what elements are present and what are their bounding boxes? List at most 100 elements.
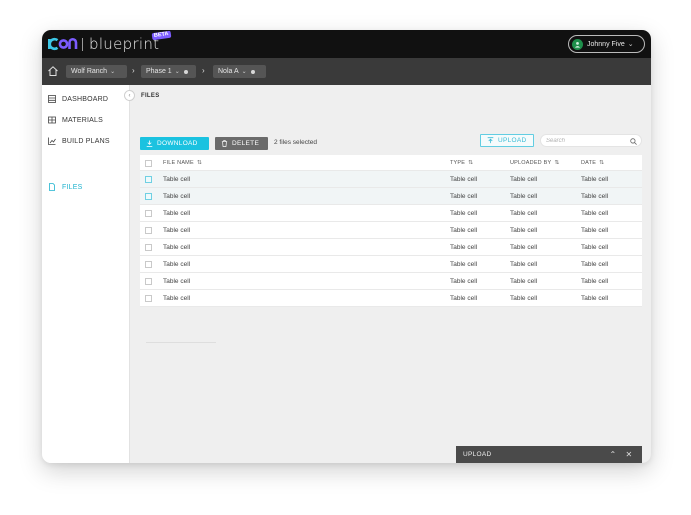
cell-file-name: Table cell	[163, 260, 191, 268]
cell-type: Table cell	[450, 192, 478, 200]
sidebar: DASHBOARD MATERIALS BUILD PLANS FILES	[42, 85, 130, 463]
sort-icon: ⇅	[468, 160, 474, 166]
column-header-uploaded-by[interactable]: UPLOADED BY ⇅	[510, 155, 560, 170]
column-header-label: DATE	[581, 159, 597, 166]
cell-date: Table cell	[581, 277, 609, 285]
chevron-up-icon[interactable]: ⌃	[608, 449, 618, 459]
cell-uploaded-by: Table cell	[510, 175, 538, 183]
row-checkbox[interactable]	[145, 227, 152, 234]
files-table: FILE NAME ⇅ TYPE ⇅ UPLOADED BY ⇅ DATE ⇅	[140, 155, 642, 307]
table-row[interactable]: Table cell Table cell Table cell Table c…	[140, 239, 642, 256]
cell-type: Table cell	[450, 226, 478, 234]
cell-date: Table cell	[581, 226, 609, 234]
breadcrumb-phase-select[interactable]: Phase 1 ⌄	[141, 65, 196, 78]
column-header-type[interactable]: TYPE ⇅	[450, 155, 473, 170]
top-bar: blueprint BETA Johnny Five ⌄	[42, 30, 651, 58]
cell-file-name: Table cell	[163, 192, 191, 200]
cell-uploaded-by: Table cell	[510, 260, 538, 268]
table-row[interactable]: Table cell Table cell Table cell Table c…	[140, 256, 642, 273]
download-icon	[146, 140, 153, 147]
table-row[interactable]: Table cell Table cell Table cell Table c…	[140, 222, 642, 239]
user-name: Johnny Five	[587, 40, 625, 48]
sort-icon: ⇅	[599, 160, 605, 166]
cell-file-name: Table cell	[163, 243, 191, 251]
product-name: blueprint	[89, 35, 160, 53]
sidebar-item-label: DASHBOARD	[62, 95, 109, 103]
row-checkbox[interactable]	[145, 244, 152, 251]
cell-date: Table cell	[581, 175, 609, 183]
cell-uploaded-by: Table cell	[510, 226, 538, 234]
sidebar-item-dashboard[interactable]: DASHBOARD	[42, 89, 130, 109]
table-row[interactable]: Table cell Table cell Table cell Table c…	[140, 273, 642, 290]
row-checkbox[interactable]	[145, 278, 152, 285]
row-checkbox[interactable]	[145, 295, 152, 302]
chevron-down-icon: ⌄	[174, 69, 180, 75]
table-header-row: FILE NAME ⇅ TYPE ⇅ UPLOADED BY ⇅ DATE ⇅	[140, 155, 642, 171]
row-checkbox[interactable]	[145, 210, 152, 217]
cell-file-name: Table cell	[163, 294, 191, 302]
column-header-label: TYPE	[450, 159, 466, 166]
download-button[interactable]: DOWNLOAD	[140, 137, 209, 150]
sidebar-item-label: FILES	[62, 183, 83, 191]
column-header-date[interactable]: DATE ⇅	[581, 155, 604, 170]
cell-uploaded-by: Table cell	[510, 209, 538, 217]
cell-file-name: Table cell	[163, 175, 191, 183]
sidebar-item-label: MATERIALS	[62, 116, 103, 124]
materials-icon	[48, 116, 56, 124]
sidebar-item-materials[interactable]: MATERIALS	[42, 110, 130, 130]
breadcrumb-plan-select[interactable]: Nola A ⌄	[213, 65, 266, 78]
cell-date: Table cell	[581, 209, 609, 217]
row-checkbox[interactable]	[145, 193, 152, 200]
cell-uploaded-by: Table cell	[510, 294, 538, 302]
breadcrumb-label: Wolf Ranch	[71, 68, 108, 75]
cell-date: Table cell	[581, 260, 609, 268]
logo-divider	[82, 37, 83, 51]
build-plans-icon	[48, 137, 56, 145]
app-logo[interactable]: blueprint	[48, 35, 159, 53]
cell-uploaded-by: Table cell	[510, 192, 538, 200]
table-row[interactable]: Table cell Table cell Table cell Table c…	[140, 205, 642, 222]
table-row[interactable]: Table cell Table cell Table cell Table c…	[140, 290, 642, 307]
select-all-checkbox[interactable]	[145, 160, 152, 167]
breadcrumb-label: Phase 1	[146, 68, 172, 75]
table-row[interactable]: Table cell Table cell Table cell Table c…	[140, 188, 642, 205]
sort-icon: ⇅	[196, 160, 203, 166]
beta-badge: BETA	[151, 30, 171, 41]
cell-date: Table cell	[581, 294, 609, 302]
icon-brand-logo	[48, 37, 78, 51]
sidebar-item-files[interactable]: FILES	[42, 177, 130, 197]
column-header-file-name[interactable]: FILE NAME ⇅	[163, 155, 202, 170]
page-title: FILES	[141, 93, 160, 99]
chevron-down-icon: ⌄	[627, 41, 634, 48]
home-icon[interactable]	[47, 65, 59, 77]
cell-file-name: Table cell	[163, 277, 191, 285]
close-icon[interactable]: ✕	[624, 449, 634, 459]
cell-type: Table cell	[450, 209, 478, 217]
row-checkbox[interactable]	[145, 176, 152, 183]
divider	[146, 342, 216, 343]
chevron-down-icon: ⌄	[241, 69, 247, 75]
row-checkbox[interactable]	[145, 261, 152, 268]
upload-panel[interactable]: UPLOAD ⌃ ✕	[456, 446, 642, 463]
cell-uploaded-by: Table cell	[510, 277, 538, 285]
column-header-label: FILE NAME	[163, 159, 194, 166]
app-window: blueprint BETA Johnny Five ⌄ Wolf Ranch …	[42, 30, 651, 463]
table-row[interactable]: Table cell Table cell Table cell Table c…	[140, 171, 642, 188]
breadcrumb-community-select[interactable]: Wolf Ranch ⌄	[66, 65, 127, 78]
status-dot	[183, 69, 188, 74]
cell-date: Table cell	[581, 192, 609, 200]
search-input[interactable]	[546, 137, 626, 144]
search-field[interactable]	[540, 134, 642, 147]
upload-icon	[487, 137, 494, 144]
delete-button[interactable]: DELETE	[215, 137, 268, 150]
chevron-right-icon: ›	[202, 66, 205, 75]
cell-type: Table cell	[450, 243, 478, 251]
collapse-sidebar-button[interactable]: ‹	[124, 90, 135, 101]
breadcrumb: Wolf Ranch ⌄ › Phase 1 ⌄ › Nola A ⌄	[42, 58, 651, 85]
upload-button[interactable]: UPLOAD	[480, 134, 534, 147]
cell-date: Table cell	[581, 243, 609, 251]
sidebar-item-build-plans[interactable]: BUILD PLANS	[42, 131, 130, 151]
cell-type: Table cell	[450, 175, 478, 183]
user-menu-button[interactable]: Johnny Five ⌄	[568, 35, 645, 53]
download-label: DOWNLOAD	[157, 140, 198, 147]
